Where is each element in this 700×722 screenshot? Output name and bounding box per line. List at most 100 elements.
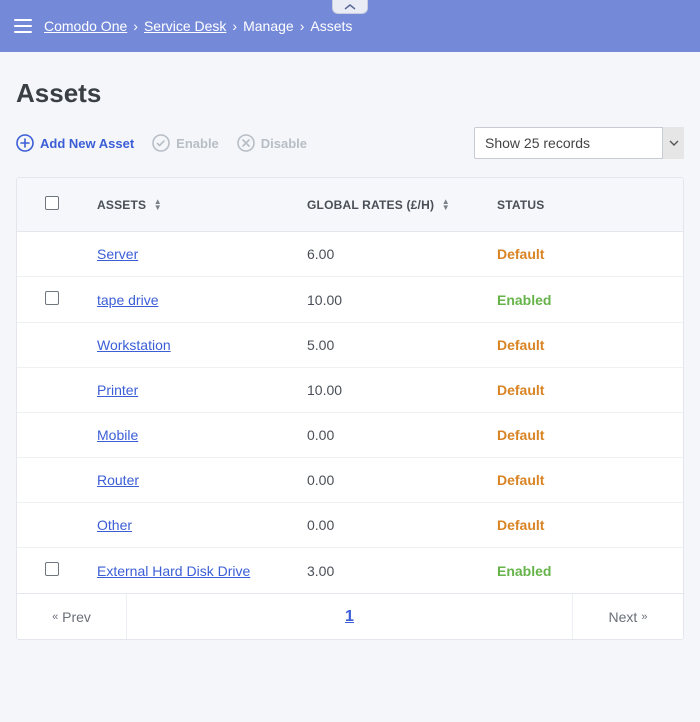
pager-prev-label: Prev [62, 609, 91, 625]
asset-name-cell: Router [87, 458, 297, 503]
asset-name-cell: Server [87, 232, 297, 277]
asset-status-cell: Default [487, 368, 683, 413]
table-row: Router 0.00 Default [17, 458, 683, 503]
pager-pages: 1 [127, 594, 573, 639]
enable-button[interactable]: Enable [152, 134, 219, 152]
status-badge: Enabled [497, 292, 551, 308]
status-badge: Default [497, 472, 544, 488]
asset-link[interactable]: External Hard Disk Drive [97, 563, 250, 579]
asset-name-cell: tape drive [87, 277, 297, 323]
asset-rate-cell: 10.00 [297, 277, 487, 323]
table-row: Workstation 5.00 Default [17, 323, 683, 368]
row-checkbox-cell [17, 323, 87, 368]
asset-rate-cell: 10.00 [297, 368, 487, 413]
toolbar-left: Add New Asset Enable Disable [16, 134, 307, 152]
table-row: tape drive 10.00 Enabled [17, 277, 683, 323]
table-row: Server 6.00 Default [17, 232, 683, 277]
breadcrumb-sep: › [232, 18, 237, 34]
toolbar: Add New Asset Enable Disable Show 25 rec… [16, 127, 684, 159]
asset-name-cell: Printer [87, 368, 297, 413]
asset-status-cell: Default [487, 232, 683, 277]
chevron-double-right-icon: » [641, 611, 647, 623]
breadcrumb-home[interactable]: Comodo One [44, 18, 127, 34]
row-checkbox-cell [17, 413, 87, 458]
row-checkbox-cell [17, 458, 87, 503]
sort-icon: ▲▼ [154, 199, 162, 211]
chevron-up-icon [343, 3, 357, 11]
records-select-wrap: Show 25 records [474, 127, 684, 159]
asset-status-cell: Default [487, 413, 683, 458]
asset-status-cell: Enabled [487, 277, 683, 323]
header-assets-label: ASSETS [97, 198, 146, 212]
row-checkbox-cell [17, 277, 87, 323]
asset-link[interactable]: Server [97, 246, 138, 262]
add-new-asset-label: Add New Asset [40, 136, 134, 151]
asset-rate-cell: 6.00 [297, 232, 487, 277]
enable-label: Enable [176, 136, 219, 151]
asset-name-cell: Other [87, 503, 297, 548]
pager-current-page[interactable]: 1 [345, 608, 354, 626]
select-all-checkbox[interactable] [45, 196, 59, 210]
pager-prev[interactable]: « Prev [17, 594, 127, 639]
header-checkbox-cell [17, 178, 87, 232]
asset-rate-cell: 0.00 [297, 413, 487, 458]
asset-status-cell: Default [487, 458, 683, 503]
breadcrumb-service-desk[interactable]: Service Desk [144, 18, 226, 34]
asset-link[interactable]: Other [97, 517, 132, 533]
page-title: Assets [16, 78, 684, 109]
assets-table: ASSETS ▲▼ GLOBAL RATES (£/H) ▲▼ STATUS S… [17, 178, 683, 593]
asset-link[interactable]: tape drive [97, 292, 158, 308]
header-rates[interactable]: GLOBAL RATES (£/H) ▲▼ [297, 178, 487, 232]
table-row: Printer 10.00 Default [17, 368, 683, 413]
topbar: Comodo One › Service Desk › Manage › Ass… [0, 0, 700, 52]
breadcrumb-sep: › [300, 18, 305, 34]
row-checkbox-cell [17, 548, 87, 594]
asset-name-cell: External Hard Disk Drive [87, 548, 297, 594]
row-checkbox-cell [17, 232, 87, 277]
row-checkbox[interactable] [45, 562, 59, 576]
row-checkbox-cell [17, 503, 87, 548]
breadcrumb-current: Assets [310, 18, 352, 34]
asset-name-cell: Mobile [87, 413, 297, 458]
table-row: Mobile 0.00 Default [17, 413, 683, 458]
asset-status-cell: Default [487, 503, 683, 548]
breadcrumb: Comodo One › Service Desk › Manage › Ass… [44, 18, 352, 34]
asset-link[interactable]: Printer [97, 382, 138, 398]
page-content: Assets Add New Asset Enable Disable [0, 52, 700, 640]
row-checkbox[interactable] [45, 291, 59, 305]
asset-status-cell: Default [487, 323, 683, 368]
asset-link[interactable]: Workstation [97, 337, 171, 353]
disable-label: Disable [261, 136, 307, 151]
asset-link[interactable]: Mobile [97, 427, 138, 443]
header-status: STATUS [487, 178, 683, 232]
asset-rate-cell: 5.00 [297, 323, 487, 368]
records-per-page-select[interactable]: Show 25 records [474, 127, 684, 159]
status-badge: Default [497, 337, 544, 353]
add-new-asset-button[interactable]: Add New Asset [16, 134, 134, 152]
row-checkbox-cell [17, 368, 87, 413]
header-status-label: STATUS [497, 198, 544, 212]
sort-icon: ▲▼ [442, 199, 450, 211]
asset-link[interactable]: Router [97, 472, 139, 488]
breadcrumb-sep: › [133, 18, 138, 34]
status-badge: Default [497, 246, 544, 262]
plus-circle-icon [16, 134, 34, 152]
top-expand-tab[interactable] [332, 0, 368, 14]
asset-rate-cell: 3.00 [297, 548, 487, 594]
hamburger-menu-icon[interactable] [14, 19, 32, 33]
status-badge: Default [497, 427, 544, 443]
x-circle-icon [237, 134, 255, 152]
asset-rate-cell: 0.00 [297, 458, 487, 503]
assets-tbody: Server 6.00 Default tape drive 10.00 Enabled W… [17, 232, 683, 594]
status-badge: Default [497, 382, 544, 398]
header-assets[interactable]: ASSETS ▲▼ [87, 178, 297, 232]
status-badge: Default [497, 517, 544, 533]
check-circle-icon [152, 134, 170, 152]
asset-name-cell: Workstation [87, 323, 297, 368]
pager: « Prev 1 Next » [17, 593, 683, 639]
table-row: Other0.00Default [17, 503, 683, 548]
disable-button[interactable]: Disable [237, 134, 307, 152]
pager-next[interactable]: Next » [573, 594, 683, 639]
breadcrumb-manage: Manage [243, 18, 294, 34]
status-badge: Enabled [497, 563, 551, 579]
